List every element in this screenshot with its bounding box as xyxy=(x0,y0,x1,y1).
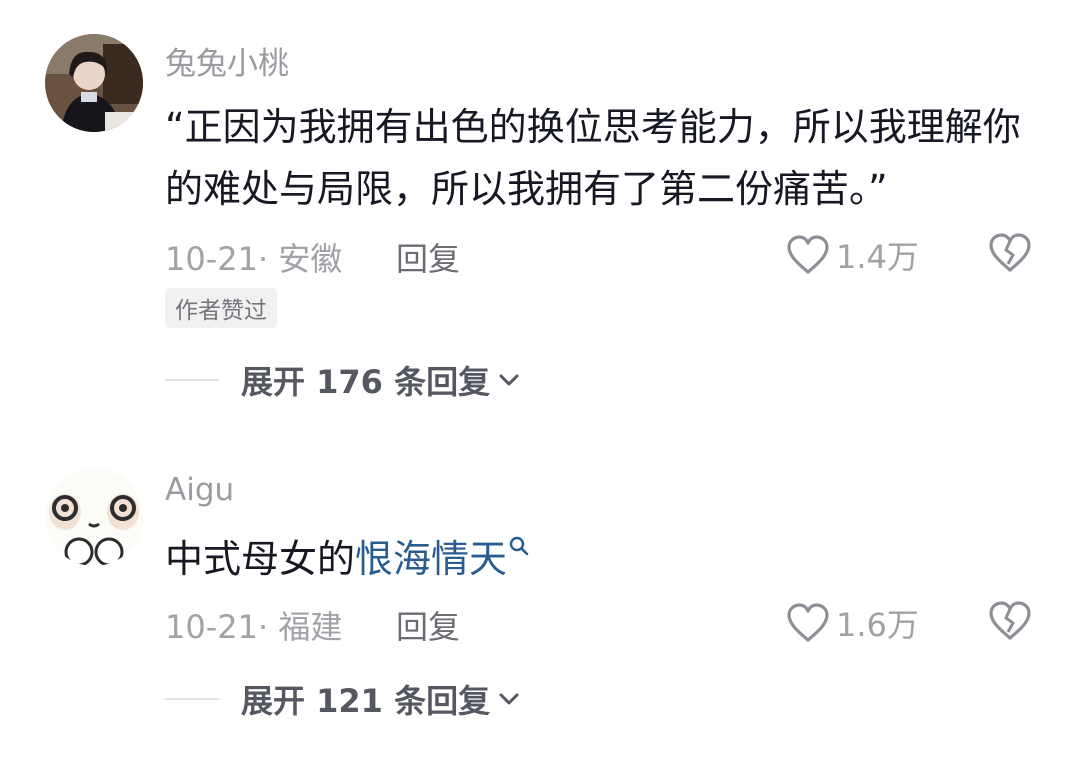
comment-text-plain: 中式母女的 xyxy=(165,537,356,581)
heart-icon xyxy=(787,603,829,642)
broken-heart-icon xyxy=(989,601,1031,640)
expand-replies-label: 展开 121 条回复 xyxy=(241,682,491,720)
dislike-button[interactable] xyxy=(988,600,1032,646)
hashtag-search-link[interactable]: 恨海情天 xyxy=(355,537,507,581)
like-count: 1.6万 xyxy=(836,606,919,644)
comment-date: 10-21 xyxy=(165,608,258,646)
username[interactable]: Aigu xyxy=(165,472,234,508)
comment-meta: 10-21· 福建 xyxy=(165,602,342,648)
avatar[interactable] xyxy=(45,468,143,566)
comment-item: Aigu 中式母女的恨海情天 10-21· 福建 回复 1.6万 展开 121 … xyxy=(0,0,1080,758)
expand-replies-button[interactable]: 展开 121 条回复 xyxy=(165,676,520,722)
chevron-down-icon xyxy=(499,693,519,705)
divider-line xyxy=(165,698,219,700)
like-button[interactable]: 1.6万 xyxy=(786,600,919,646)
comment-text: 中式母女的恨海情天 xyxy=(165,528,1045,590)
cartoon-face-avatar xyxy=(45,468,143,566)
comment-location: · 福建 xyxy=(257,608,343,646)
reply-button[interactable]: 回复 xyxy=(396,602,460,648)
search-icon[interactable] xyxy=(509,536,529,558)
